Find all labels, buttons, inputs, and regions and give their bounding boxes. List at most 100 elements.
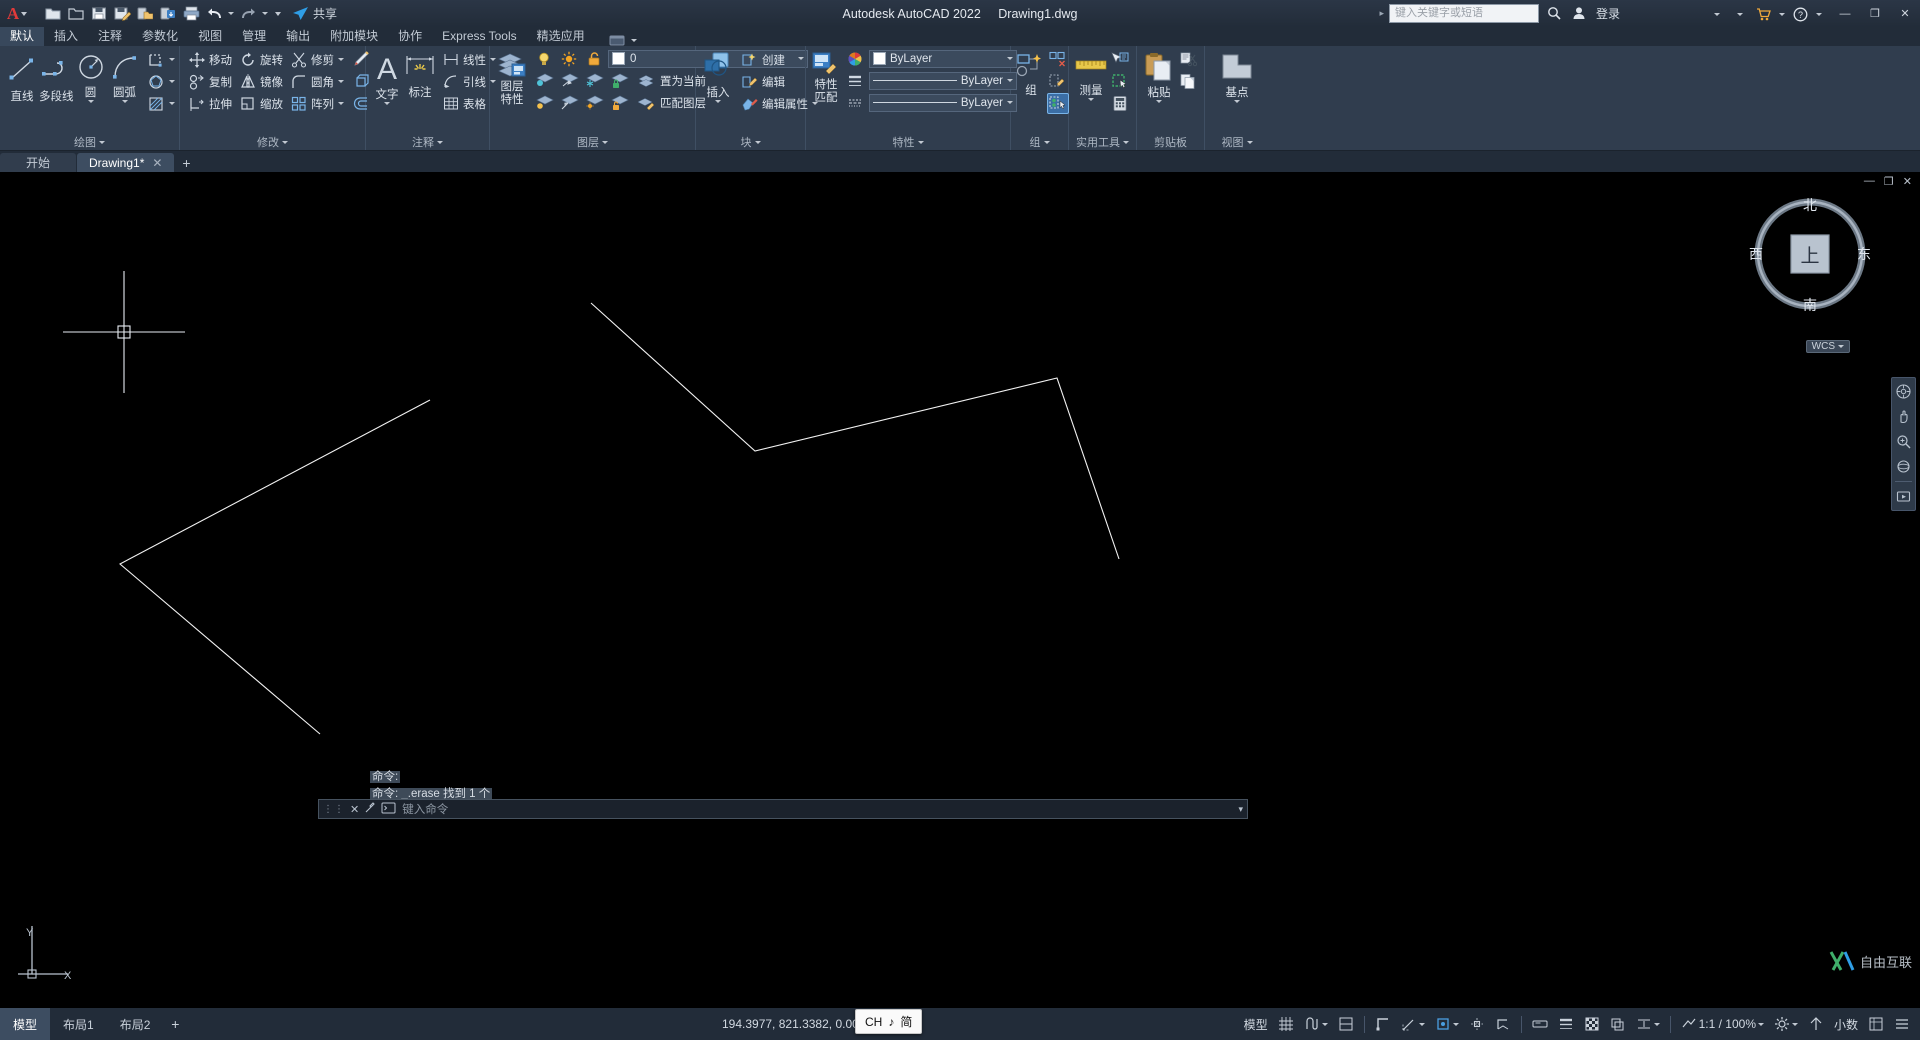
linetype-icon[interactable]: [844, 92, 866, 113]
store-cart-icon[interactable]: [1753, 4, 1773, 24]
chevron-down-icon[interactable]: [437, 140, 443, 144]
quick-calc-button[interactable]: [1109, 71, 1131, 92]
chevron-down-icon[interactable]: [1757, 1022, 1764, 1026]
open-file-button[interactable]: [65, 3, 87, 25]
match-properties-button[interactable]: 特性 匹配: [811, 48, 841, 105]
quick-select-button[interactable]: [1109, 49, 1131, 70]
new-tab-button[interactable]: +: [175, 153, 197, 172]
chevron-down-icon[interactable]: [715, 100, 721, 103]
units-display[interactable]: 小数: [1830, 1008, 1862, 1040]
workspace-switch-button[interactable]: [1770, 1008, 1802, 1040]
chevron-down-icon[interactable]: [1418, 1022, 1425, 1026]
autodesk-app-icon[interactable]: [1730, 4, 1750, 24]
polygon-button[interactable]: [144, 71, 179, 92]
array-button[interactable]: 阵列: [287, 93, 348, 114]
chevron-down-icon[interactable]: [99, 140, 105, 144]
dynamic-ucs-button[interactable]: [1491, 1008, 1515, 1040]
model-space-button[interactable]: 模型: [1240, 1008, 1272, 1040]
text-button[interactable]: A 文字: [371, 49, 403, 105]
redo-button[interactable]: [237, 3, 259, 25]
chevron-down-icon[interactable]: [338, 102, 344, 105]
layer-properties-button[interactable]: 图层 特性: [495, 48, 529, 107]
sign-in-button[interactable]: 登录: [1596, 5, 1620, 22]
chevron-down-icon[interactable]: [1452, 1022, 1459, 1026]
minimize-button[interactable]: —: [1830, 0, 1860, 27]
mirror-button[interactable]: 镜像: [236, 71, 287, 92]
chevron-down-icon[interactable]: [754, 140, 761, 144]
dimension-button[interactable]: 标注: [403, 49, 437, 100]
snap-mode-button[interactable]: [1300, 1008, 1332, 1040]
insert-block-button[interactable]: 插入: [701, 49, 735, 103]
share-button[interactable]: 共享: [292, 5, 337, 22]
viewport-minimize-button[interactable]: —: [1864, 175, 1875, 188]
circle-button[interactable]: 圆: [74, 49, 108, 103]
plot-button[interactable]: [180, 3, 202, 25]
chevron-down-icon[interactable]: [1791, 1022, 1798, 1026]
cut-button[interactable]: [1177, 49, 1199, 70]
layer-freeze-thaw-icon[interactable]: [558, 48, 580, 69]
command-expand-icon[interactable]: ▾: [1238, 804, 1243, 815]
layer-freeze-button[interactable]: [583, 70, 605, 91]
ribbon-tab-output[interactable]: 输出: [276, 27, 320, 46]
color-wheel-icon[interactable]: [844, 48, 866, 69]
layer-on-button[interactable]: [533, 92, 555, 113]
chevron-down-icon[interactable]: [1156, 100, 1162, 103]
chevron-down-icon[interactable]: [1653, 1022, 1660, 1026]
command-input[interactable]: 键入命令: [402, 801, 1233, 817]
layer-isolate-button[interactable]: [533, 70, 555, 91]
calculator-button[interactable]: [1109, 93, 1131, 114]
ribbon-tab-manage[interactable]: 管理: [232, 27, 276, 46]
viewport-restore-button[interactable]: ❐: [1884, 175, 1894, 188]
group-edit-button[interactable]: [1047, 71, 1069, 92]
grid-display-button[interactable]: [1274, 1008, 1298, 1040]
redo-dropdown[interactable]: [260, 3, 270, 25]
polyline-button[interactable]: 多段线: [39, 49, 74, 104]
view-cube[interactable]: 上 北 南 东 西: [1748, 192, 1872, 316]
isolate-objects-button[interactable]: [1864, 1008, 1888, 1040]
dynamic-input-button[interactable]: [1528, 1008, 1552, 1040]
object-lineweight-combo[interactable]: ByLayer: [869, 71, 1017, 90]
search-icon[interactable]: [1544, 3, 1564, 23]
application-menu-button[interactable]: A: [0, 0, 34, 27]
open-from-web-button[interactable]: [134, 3, 156, 25]
object-snap-button[interactable]: [1431, 1008, 1463, 1040]
layout-tab-layout2[interactable]: 布局2: [107, 1008, 164, 1040]
viewport-close-button[interactable]: ✕: [1903, 175, 1912, 188]
pan-hand-icon[interactable]: [1893, 406, 1914, 427]
layer-thaw-button[interactable]: [558, 92, 580, 113]
base-point-button[interactable]: 基点: [1214, 49, 1260, 103]
ribbon-panel-switch[interactable]: [609, 34, 637, 46]
search-input[interactable]: 键入关键字或短语: [1388, 3, 1539, 23]
store-dropdown[interactable]: [1776, 4, 1787, 24]
polyline-left[interactable]: [119, 399, 431, 735]
lineweight-icon[interactable]: [844, 70, 866, 91]
layer-unlock-button[interactable]: [608, 92, 630, 113]
more-options-icon[interactable]: [1707, 4, 1727, 24]
polar-tracking-button[interactable]: [1397, 1008, 1429, 1040]
object-linetype-combo[interactable]: ByLayer: [869, 93, 1017, 112]
chevron-down-icon[interactable]: [168, 58, 175, 61]
ribbon-tab-view[interactable]: 视图: [188, 27, 232, 46]
ribbon-tab-collaborate[interactable]: 协作: [388, 27, 432, 46]
command-close-icon[interactable]: ✕: [350, 803, 359, 816]
save-to-web-button[interactable]: [157, 3, 179, 25]
help-dropdown[interactable]: [1813, 4, 1824, 24]
chevron-down-icon[interactable]: [1246, 140, 1253, 144]
chevron-down-icon[interactable]: [338, 58, 344, 61]
drawing-canvas[interactable]: — ❐ ✕ 上 北 南 东 西 WCS 命令: 命令: _.erase 找到 1…: [0, 172, 1920, 1008]
group-selection-button[interactable]: [1047, 93, 1069, 114]
object-snap-tracking-button[interactable]: [1465, 1008, 1489, 1040]
showmotion-icon[interactable]: [1893, 486, 1914, 507]
ortho-mode-button[interactable]: [1371, 1008, 1395, 1040]
ungroup-button[interactable]: [1047, 49, 1069, 70]
line-button[interactable]: 直线: [5, 49, 39, 104]
annotation-scale-display[interactable]: 1:1 / 100%: [1677, 1008, 1768, 1040]
transparency-button[interactable]: [1580, 1008, 1604, 1040]
ribbon-tab-featured-apps[interactable]: 精选应用: [527, 27, 595, 46]
qat-customize-button[interactable]: [271, 3, 285, 25]
chevron-down-icon[interactable]: [917, 140, 924, 144]
ribbon-tab-express-tools[interactable]: Express Tools: [432, 27, 526, 46]
layer-on-off-icon[interactable]: [533, 48, 555, 69]
object-color-combo[interactable]: ByLayer: [869, 49, 1017, 68]
chevron-down-icon[interactable]: [602, 140, 608, 144]
